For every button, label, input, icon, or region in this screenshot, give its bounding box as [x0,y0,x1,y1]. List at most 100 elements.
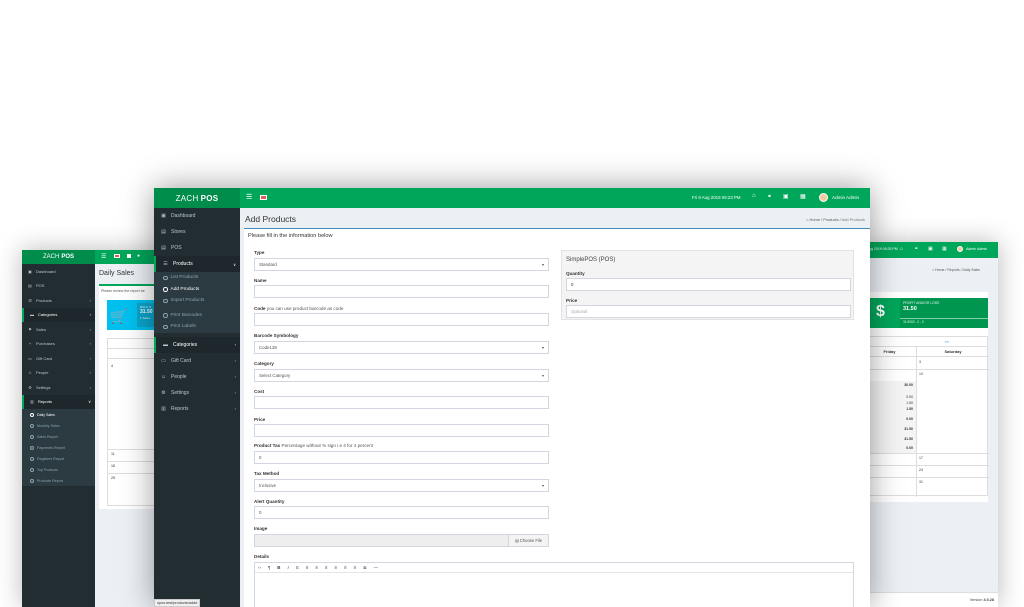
submenu-item[interactable]: Products Report [22,475,95,486]
name-input[interactable] [254,285,549,298]
editor-tool-button[interactable]: ≡ [344,565,347,570]
sidebar-item-people[interactable]: ☺ People ‹ [22,366,95,381]
monitor-icon[interactable]: ▣ [783,193,789,200]
breadcrumb-home[interactable]: Home [935,268,944,272]
sidebar-item-label: People [36,370,49,376]
sidebar-item-label: Settings [171,389,190,396]
menu-toggle-icon[interactable]: ☰ [101,253,106,260]
submenu-item[interactable]: Add Products [154,284,240,296]
sidebar-item-dashboard[interactable]: ▣ Dashboard [154,208,240,224]
choose-file-button[interactable]: ▤ Choose File [508,535,548,546]
sidebar-item-stores[interactable]: ▤ Stores [154,224,240,240]
sidebar-item-categories[interactable]: ▬ Categories ‹ [22,307,95,322]
flag-icon[interactable] [260,195,267,200]
barcode-select[interactable]: Code128 ▾ [254,341,549,354]
avatar[interactable] [957,246,963,252]
choose-file-label: Choose File [519,538,543,543]
submenu-item[interactable]: Top Products [22,464,95,475]
price-input[interactable] [254,424,549,437]
sidebar-item-settings[interactable]: ⚙ Settings ‹ [154,385,240,401]
tax-method-select[interactable]: Inclusive ▾ [254,479,549,492]
editor-tool-button[interactable]: ≣ [363,565,367,571]
folder-icon: ▬ [163,341,168,348]
editor-tool-button[interactable]: ‹› [258,565,261,570]
brand-logo[interactable]: ZACH POS [154,188,240,208]
image-file-input[interactable]: ▤ Choose File [254,534,549,547]
apps-icon[interactable] [127,254,131,258]
user-name[interactable]: Admin Admin [966,247,987,251]
tax-input[interactable]: 0 [254,451,549,464]
submenu-item[interactable]: Registers Report [22,453,95,464]
circle-icon [163,324,168,329]
sidebar-item-people[interactable]: ☺ People ‹ [154,369,240,385]
sidebar-item-reports[interactable]: ▥ Reports ‹ [154,401,240,417]
user-name[interactable]: Admin Admin [832,195,859,200]
sidebar-item-gift-card[interactable]: ▭ Gift Card ‹ [22,351,95,366]
flag-icon[interactable] [114,254,120,258]
sidebar-item-purchases[interactable]: + Purchases ‹ [22,337,95,352]
type-select[interactable]: Standard ▾ [254,258,549,271]
cost-input[interactable] [254,396,549,409]
submenu-item[interactable]: List Products [154,272,240,284]
avatar[interactable] [819,193,828,202]
form-instruction: Please fill in the information below [248,233,333,239]
submenu-item[interactable]: Daily Sales [22,409,95,420]
chevron-icon: ‹ [89,297,91,303]
submenu-item[interactable]: Print Barcodes [154,310,240,322]
breadcrumb-current: Add Products [841,217,865,222]
page-title: Add Products [245,214,297,224]
editor-tool-button[interactable]: S [296,565,299,570]
editor-tool-button[interactable]: B [277,565,280,570]
share-icon[interactable]: ⚭ [767,193,772,200]
grid-icon[interactable]: ▦ [942,246,947,252]
alert-quantity-input[interactable]: 0 [254,506,549,519]
editor-tool-button[interactable]: ≡ [315,565,318,570]
sidebar-item-products[interactable]: ☰ Products ‹ [22,293,95,308]
editor-tool-button[interactable]: ≡ [306,565,309,570]
breadcrumb-home[interactable]: Home [810,217,820,222]
tax-method-value: Inclusive [259,483,277,488]
editor-tool-button[interactable]: — [374,565,378,570]
sidebar-item-pos[interactable]: ▤ POS [22,279,95,294]
sidebar-item-products[interactable]: ☰ Products ∨ [154,256,240,272]
sidebar-item-label: Reports [171,405,189,412]
quantity-input[interactable]: 0 [566,278,851,291]
submenu-item[interactable]: Payments Report [22,442,95,453]
sidebar-item-categories[interactable]: ▬ Categories ‹ [154,336,240,353]
sidebar-item-dashboard[interactable]: ▣ Dashboard [22,264,95,279]
menu-toggle-icon[interactable]: ☰ [246,193,252,201]
monitor-icon[interactable]: ▣ [928,246,933,252]
sidebar-item-sales[interactable]: ⚑ Sales ‹ [22,322,95,337]
home-icon[interactable]: ⌂ [752,193,756,199]
sidebar-item-gift-card[interactable]: ▭ Gift Card ‹ [154,353,240,369]
details-label: Details [254,554,270,559]
details-editor[interactable]: ‹› ¶ B I S ≡ ≡ ≡ ≡ ≡ ≡ ≣ — [254,562,854,607]
category-select[interactable]: Select Category ▾ [254,369,549,382]
pos-price-placeholder: Optional [571,309,588,314]
editor-tool-button[interactable]: ≡ [325,565,328,570]
sidebar-item-settings[interactable]: ⚙ Settings ‹ [22,380,95,395]
dashboard-icon: ▣ [28,268,32,274]
breadcrumb-reports[interactable]: Reports [947,268,959,272]
home-icon[interactable]: ⌂ [900,246,903,252]
breadcrumb-products[interactable]: Products [823,217,838,222]
editor-tool-button[interactable]: ≡ [334,565,337,570]
submenu-item[interactable]: Monthly Sales [22,420,95,431]
editor-tool-button[interactable]: ≡ [353,565,356,570]
sidebar: ▣ Dashboard ▤ Stores ▤ POS ☰ Products ∨ List … [154,208,240,607]
code-input[interactable] [254,313,549,326]
sidebar-item-reports[interactable]: ▥ Reports ∨ [22,394,95,409]
grid-icon[interactable]: ▦ [800,193,806,200]
sidebar-item-pos[interactable]: ▤ POS [154,240,240,256]
pos-price-input[interactable]: Optional [566,305,851,318]
share-icon[interactable]: ⚭ [914,246,918,252]
editor-tool-button[interactable]: I [287,565,288,570]
editor-tool-button[interactable]: ¶ [268,565,270,570]
bell-icon[interactable]: ● [137,253,140,259]
submenu-item[interactable]: Sales Report [22,431,95,442]
submenu-item[interactable]: Print Labels [154,321,240,333]
calendar-next-button[interactable]: »» [863,337,987,347]
brand-logo[interactable]: ZACH POS [22,250,95,264]
submenu-item[interactable]: Import Products [154,295,240,307]
version-value: 4.0.28 [983,598,994,602]
